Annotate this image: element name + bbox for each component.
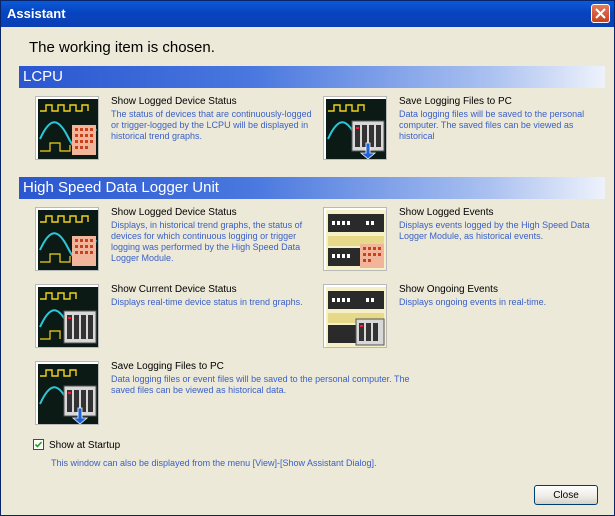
- show-at-startup[interactable]: Show at Startup: [33, 439, 120, 451]
- item-title[interactable]: Show Logged Events: [399, 207, 494, 218]
- trend-graph-icon[interactable]: [35, 96, 99, 160]
- save-to-pc-icon[interactable]: [323, 96, 387, 160]
- close-icon[interactable]: [591, 4, 610, 23]
- title-bar[interactable]: Assistant: [1, 1, 614, 27]
- show-at-startup-checkbox[interactable]: [33, 439, 44, 450]
- item-description: Data logging files or event files will b…: [111, 374, 410, 395]
- window-title: Assistant: [7, 6, 66, 21]
- item-description: Displays events logged by the High Speed…: [399, 220, 590, 241]
- close-button[interactable]: Close: [534, 485, 598, 505]
- lcpu-show-logged-device-status[interactable]: Show Logged Device Status The status of …: [35, 96, 315, 162]
- item-description: Displays real-time device status in tren…: [111, 297, 303, 307]
- item-description: The status of devices that are continuou…: [111, 109, 312, 141]
- startup-note: This window can also be displayed from t…: [51, 458, 377, 468]
- show-at-startup-label[interactable]: Show at Startup: [49, 440, 120, 451]
- ongoing-events-icon[interactable]: [323, 284, 387, 348]
- realtime-trend-icon[interactable]: [35, 284, 99, 348]
- section-lcpu: LCPU: [19, 66, 605, 88]
- trend-graph-icon[interactable]: [35, 207, 99, 271]
- item-title[interactable]: Show Logged Device Status: [111, 96, 237, 107]
- save-to-pc-icon[interactable]: [35, 361, 99, 425]
- item-title[interactable]: Save Logging Files to PC: [111, 361, 224, 372]
- hsdl-show-logged-events[interactable]: Show Logged Events Displays events logge…: [323, 207, 603, 273]
- section-high-speed-data-logger: High Speed Data Logger Unit: [19, 177, 605, 199]
- item-description: Data logging files will be saved to the …: [399, 109, 585, 141]
- item-title[interactable]: Show Logged Device Status: [111, 207, 237, 218]
- lcpu-save-logging-files[interactable]: Save Logging Files to PC Data logging fi…: [323, 96, 603, 162]
- hsdl-show-logged-device-status[interactable]: Show Logged Device Status Displays, in h…: [35, 207, 315, 273]
- item-title[interactable]: Save Logging Files to PC: [399, 96, 512, 107]
- item-description: Displays, in historical trend graphs, th…: [111, 220, 303, 263]
- assistant-window: Assistant The working item is chosen. LC…: [0, 0, 615, 516]
- hsdl-save-logging-files[interactable]: Save Logging Files to PC Data logging fi…: [35, 361, 455, 427]
- hsdl-show-ongoing-events[interactable]: Show Ongoing Events Displays ongoing eve…: [323, 284, 603, 350]
- page-heading: The working item is chosen.: [29, 39, 215, 56]
- item-description: Displays ongoing events in real-time.: [399, 297, 547, 307]
- item-title[interactable]: Show Ongoing Events: [399, 284, 498, 295]
- event-log-icon[interactable]: [323, 207, 387, 271]
- item-title[interactable]: Show Current Device Status: [111, 284, 237, 295]
- hsdl-show-current-device-status[interactable]: Show Current Device Status Displays real…: [35, 284, 315, 350]
